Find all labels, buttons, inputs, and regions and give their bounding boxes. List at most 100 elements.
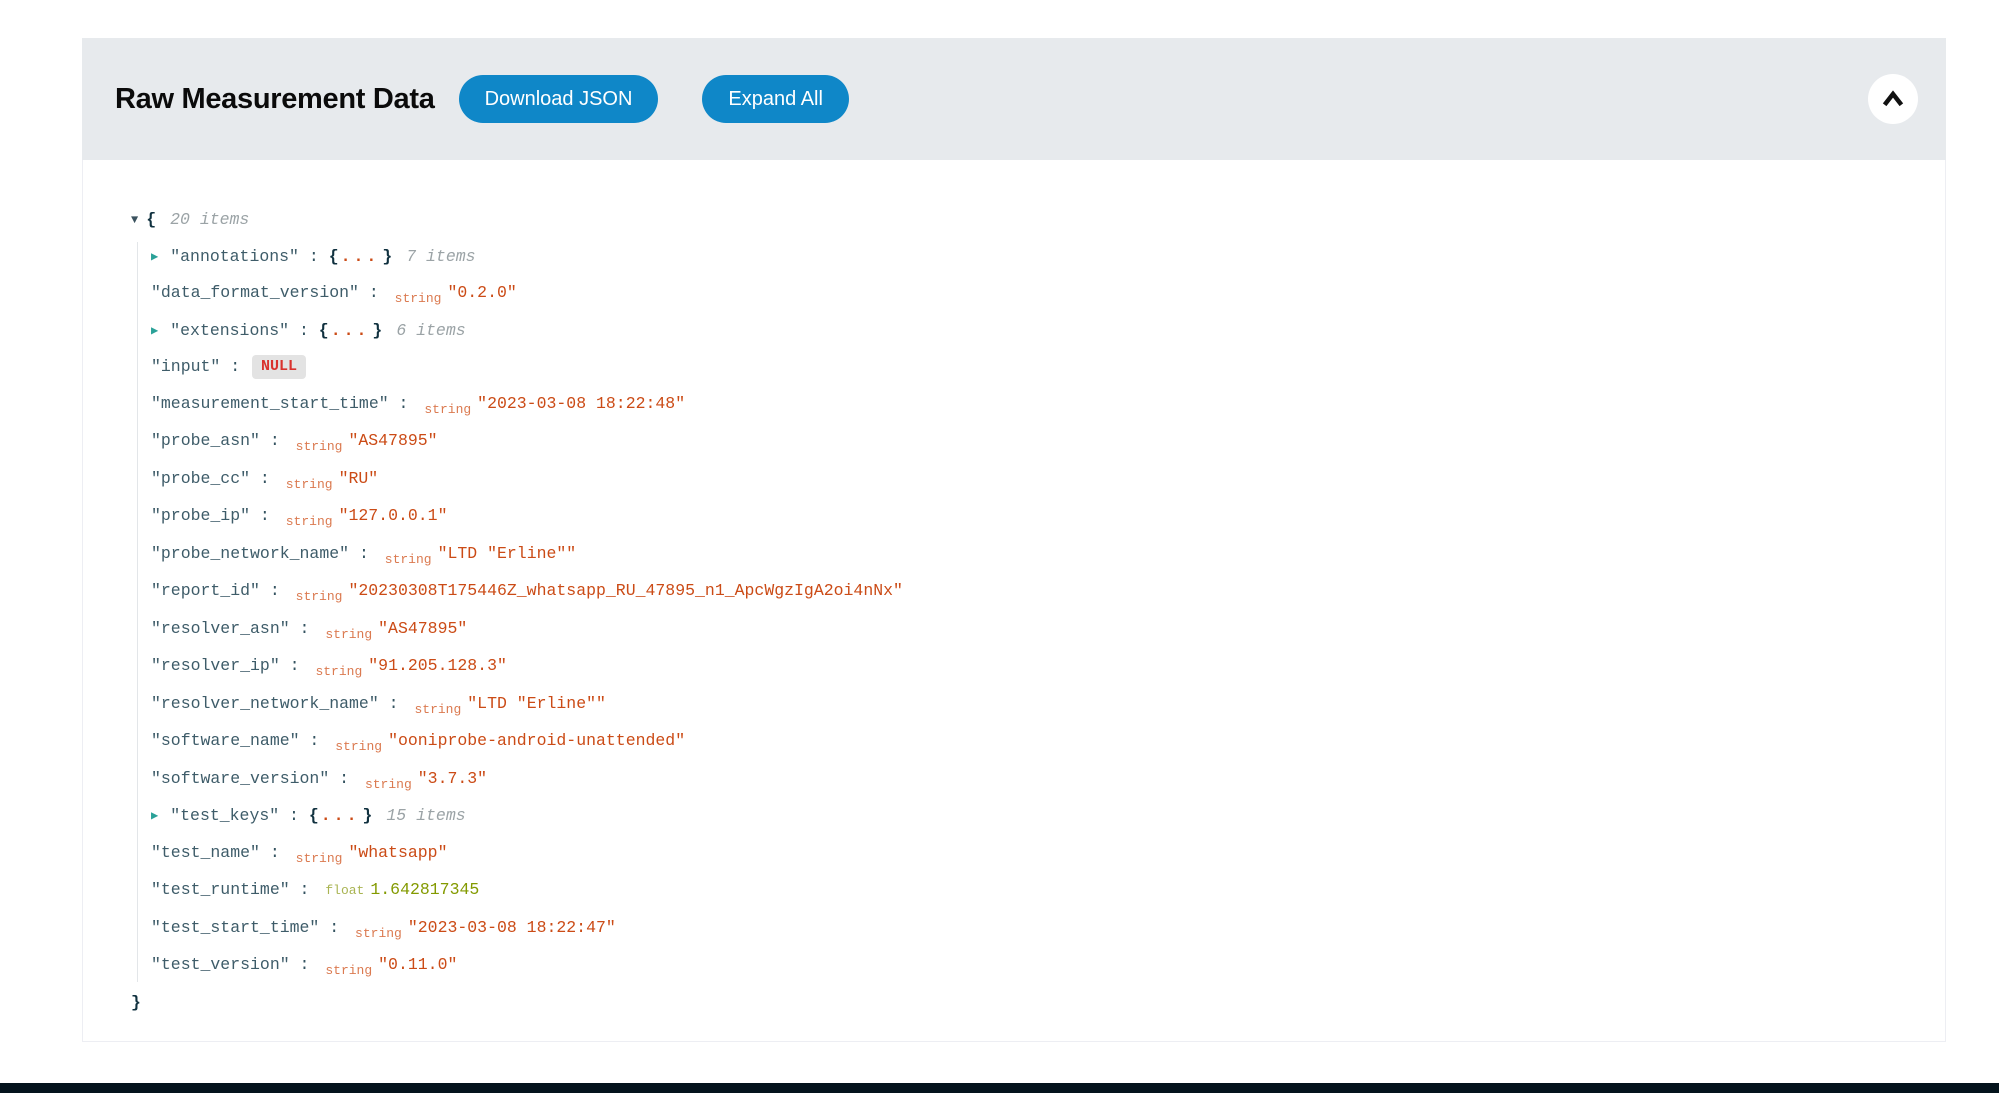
json-row: ▶ "test_keys" : {...} 15 items — [151, 798, 1905, 835]
card-header: Raw Measurement Data Download JSON Expan… — [82, 38, 1946, 160]
json-colon: : — [289, 321, 319, 340]
json-value: "0.11.0" — [378, 955, 457, 974]
json-row: "test_name" : string "whatsapp" — [151, 835, 1905, 873]
json-value: "whatsapp" — [348, 843, 447, 862]
type-label: string — [355, 926, 402, 941]
json-value: 1.642817345 — [370, 880, 479, 899]
json-colon: : — [260, 843, 290, 862]
expand-triangle-icon[interactable]: ▶ — [151, 239, 158, 276]
json-row: "measurement_start_time" : string"2023-0… — [151, 386, 1905, 424]
ellipsis-dots: ... — [341, 247, 380, 266]
json-colon: : — [290, 880, 320, 899]
collapse-triangle-icon[interactable]: ▼ — [131, 202, 138, 239]
type-label: string — [325, 963, 372, 978]
json-value: "0.2.0" — [447, 283, 516, 302]
expand-triangle-icon[interactable]: ▶ — [151, 313, 158, 350]
json-key: "report_id" — [151, 581, 260, 600]
json-row: "resolver_asn" : string"AS47895" — [151, 611, 1905, 649]
json-key: "resolver_ip" — [151, 656, 280, 675]
footer-top-bar — [0, 1083, 1999, 1093]
null-badge: NULL — [252, 355, 306, 379]
type-label: string — [365, 777, 412, 792]
json-value: "LTD "Erline"" — [467, 694, 606, 713]
chevron-up-icon — [1880, 86, 1906, 112]
json-close-row: } — [131, 985, 1905, 1022]
root-item-count: 20 items — [170, 210, 249, 229]
type-label: string — [424, 402, 471, 417]
json-key: "test_keys" — [170, 806, 279, 825]
json-row: "probe_asn" : string"AS47895" — [151, 423, 1905, 461]
download-json-button[interactable]: Download JSON — [459, 75, 659, 123]
json-key: "probe_cc" — [151, 469, 250, 488]
json-colon: : — [389, 394, 419, 413]
type-label: string — [286, 514, 333, 529]
json-colon: : — [220, 357, 250, 376]
type-label: string — [296, 851, 343, 866]
json-row: "input" : NULL — [151, 349, 1905, 386]
json-row: "report_id" : string"20230308T175446Z_wh… — [151, 573, 1905, 611]
collapsed-object-ellipsis[interactable]: {...} — [309, 806, 373, 825]
json-key: "software_name" — [151, 731, 300, 750]
item-count: 15 items — [386, 806, 465, 825]
type-label: string — [325, 627, 372, 642]
json-colon: : — [290, 619, 320, 638]
expand-all-button[interactable]: Expand All — [702, 75, 849, 123]
json-row: "software_version" : string"3.7.3" — [151, 761, 1905, 799]
json-key: "test_start_time" — [151, 918, 319, 937]
expand-triangle-icon[interactable]: ▶ — [151, 798, 158, 835]
json-value: "3.7.3" — [418, 769, 487, 788]
json-row: "resolver_ip" : string "91.205.128.3" — [151, 648, 1905, 686]
json-colon: : — [359, 283, 389, 302]
json-colon: : — [280, 656, 310, 675]
json-value: "AS47895" — [348, 431, 437, 450]
json-row: "test_start_time" : string"2023-03-08 18… — [151, 910, 1905, 948]
json-key: "extensions" — [170, 321, 289, 340]
json-value: "RU" — [339, 469, 379, 488]
item-count: 6 items — [396, 321, 465, 340]
open-brace: { — [146, 210, 156, 229]
json-colon: : — [379, 694, 409, 713]
ellipsis-dots: ... — [331, 321, 370, 340]
ellipsis-dots: ... — [321, 806, 360, 825]
json-row: "software_name" : string"ooniprobe-andro… — [151, 723, 1905, 761]
json-key: "input" — [151, 357, 220, 376]
json-colon: : — [279, 806, 309, 825]
json-row: "test_runtime" : float1.642817345 — [151, 872, 1905, 910]
json-colon: : — [349, 544, 379, 563]
type-label: string — [335, 739, 382, 754]
type-label: string — [315, 664, 362, 679]
close-brace: } — [131, 993, 141, 1012]
item-count: 7 items — [406, 247, 475, 266]
json-row: ▶ "annotations" : {...} 7 items — [151, 239, 1905, 276]
json-key: "data_format_version" — [151, 283, 359, 302]
json-row: "probe_network_name" : string"LTD "Erlin… — [151, 536, 1905, 574]
type-label: string — [296, 589, 343, 604]
json-value: "20230308T175446Z_whatsapp_RU_47895_n1_A… — [348, 581, 903, 600]
json-key: "probe_asn" — [151, 431, 260, 450]
collapsed-object-ellipsis[interactable]: {...} — [329, 247, 393, 266]
collapse-section-button[interactable] — [1868, 74, 1918, 124]
json-key: "resolver_asn" — [151, 619, 290, 638]
json-children: ▶ "annotations" : {...} 7 items "data_forma… — [131, 239, 1905, 985]
json-key: "probe_network_name" — [151, 544, 349, 563]
json-key: "test_name" — [151, 843, 260, 862]
json-row: "resolver_network_name" : string "LTD "Er… — [151, 686, 1905, 724]
section-title: Raw Measurement Data — [115, 83, 435, 116]
type-label: float — [325, 883, 364, 898]
json-key: "annotations" — [170, 247, 299, 266]
collapsed-object-ellipsis[interactable]: {...} — [319, 321, 383, 340]
json-colon: : — [299, 247, 329, 266]
json-root-row: ▼ {20 items — [131, 202, 1905, 239]
json-value: "2023-03-08 18:22:48" — [477, 394, 685, 413]
type-label: string — [296, 439, 343, 454]
json-value: "91.205.128.3" — [368, 656, 507, 675]
json-colon: : — [290, 955, 320, 974]
json-row: "data_format_version" : string "0.2.0" — [151, 275, 1905, 313]
json-key: "resolver_network_name" — [151, 694, 379, 713]
type-label: string — [414, 702, 461, 717]
json-colon: : — [250, 506, 280, 525]
json-value: "2023-03-08 18:22:47" — [408, 918, 616, 937]
type-label: string — [395, 291, 442, 306]
json-row: ▶ "extensions" : {...} 6 items — [151, 313, 1905, 350]
json-key: "software_version" — [151, 769, 329, 788]
